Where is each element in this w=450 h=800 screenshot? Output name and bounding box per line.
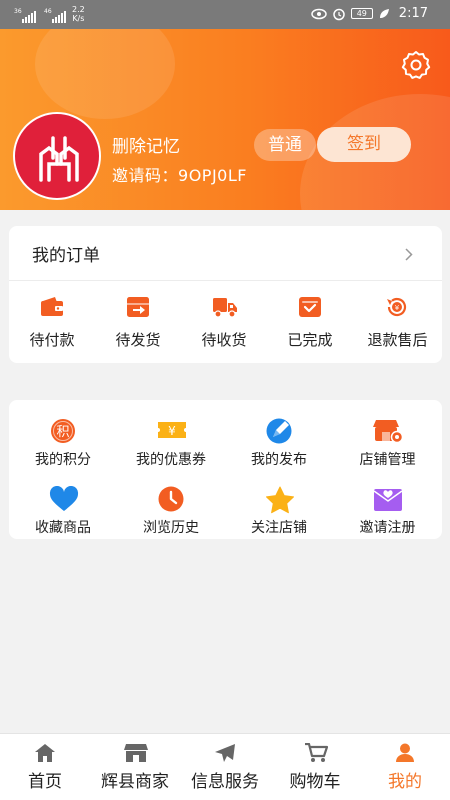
chevron-right-icon [405,248,413,261]
avatar-logo-icon [39,136,79,182]
tab-label: 信息服务 [191,772,259,792]
refund-icon: ¥ [387,297,407,317]
order-item-label: 待收货 [201,331,247,349]
signal-2-icon: 46 [44,8,66,23]
my-orders-title: 我的订单 [32,246,100,266]
coupon-icon-glyph: ¥ [168,424,176,438]
settings-gear-icon[interactable] [400,49,432,81]
clock-icon [158,486,184,512]
net-speed: 2.2 K/s [72,5,85,23]
orders-card: 我的订单 待付款 待发货 待收货 已完成 ¥ 退款售后 [9,226,442,363]
order-item-label: 退款售后 [367,331,428,349]
service-label: 我的积分 [35,452,91,468]
svg-text:¥: ¥ [395,304,400,312]
wallet-icon [41,297,63,316]
service-my-points[interactable]: 积 我的积分 [9,418,117,482]
completed-box-icon [299,297,321,317]
battery-level: 49 [356,9,367,18]
services-card: 积 我的积分 ¥ 我的优惠券 我的发布 店铺管理 收藏商品 浏览历史 关注店铺 … [9,400,442,539]
service-followed-stores[interactable]: 关注店铺 [225,486,333,550]
service-browse-history[interactable]: 浏览历史 [117,486,225,550]
cart-icon [305,743,328,762]
tab-cart[interactable]: 购物车 [270,734,360,800]
alarm-icon [333,8,345,20]
signal-1-icon: 36 [14,8,36,23]
my-orders-header[interactable]: 我的订单 [9,226,442,281]
service-my-coupons[interactable]: ¥ 我的优惠券 [117,418,225,482]
service-label: 店铺管理 [359,452,416,468]
order-status-row: 待付款 待发货 待收货 已完成 ¥ 退款售后 [9,296,442,356]
username: 删除记忆 [112,137,180,157]
service-label: 我的优惠券 [136,452,206,468]
publish-icon [266,418,292,444]
bottom-tab-bar: 首页 辉县商家 信息服务 购物车 我的 [0,733,450,800]
tab-local-merchants[interactable]: 辉县商家 [90,734,180,800]
sim2-label: 46 [44,8,52,15]
net-speed-value: 2.2 [72,5,85,14]
service-label: 邀请注册 [359,520,416,536]
service-label: 我的发布 [251,452,307,468]
points-icon: 积 [51,419,75,443]
avatar[interactable] [13,112,101,200]
invite-code-label: 邀请码： [112,166,179,185]
eye-icon [311,8,327,19]
heart-icon [49,486,79,511]
order-refund[interactable]: ¥ 退款售后 [353,296,442,356]
tab-mine[interactable]: 我的 [360,734,450,800]
store-manage-icon [373,420,403,444]
header-decoration [35,29,175,119]
clock-time: 2:17 [398,6,428,21]
home-icon [35,744,55,762]
sim1-label: 36 [14,8,22,15]
user-icon [396,743,414,762]
invite-mail-icon [373,489,403,511]
status-bar: 36 46 2.2 K/s 49 2:17 [0,0,450,29]
star-icon [266,486,294,514]
coupon-icon: ¥ [158,422,186,438]
profile-header: 删除记忆 邀请码：9OPJ0LF 普通 签到 [0,29,450,210]
tab-label: 首页 [28,772,62,792]
service-label: 浏览历史 [143,520,199,536]
status-left: 36 46 2.2 K/s [14,5,85,23]
service-store-management[interactable]: 店铺管理 [333,418,442,482]
tab-label: 我的 [388,772,422,792]
status-right: 49 2:17 [311,6,428,21]
delivery-truck-icon [213,298,237,318]
tab-home[interactable]: 首页 [0,734,90,800]
order-item-label: 待发货 [115,331,161,349]
tab-label: 购物车 [289,772,341,792]
package-send-icon [127,297,149,317]
leaf-icon [379,8,389,18]
shop-icon [124,744,148,762]
invite-code-line: 邀请码：9OPJ0LF [112,162,247,186]
tab-info-services[interactable]: 信息服务 [180,734,270,800]
service-invite-register[interactable]: 邀请注册 [333,486,442,550]
order-pending-payment[interactable]: 待付款 [9,296,95,356]
service-my-posts[interactable]: 我的发布 [225,418,333,482]
tab-label: 辉县商家 [101,772,169,792]
order-item-label: 已完成 [287,331,333,349]
member-level-badge: 普通 [254,129,316,161]
order-pending-shipment[interactable]: 待发货 [95,296,181,356]
send-icon [215,744,235,762]
service-favorite-products[interactable]: 收藏商品 [9,486,117,550]
invite-code: 9OPJ0LF [178,166,247,185]
points-icon-glyph: 积 [56,425,69,440]
service-label: 关注店铺 [251,520,307,536]
net-speed-unit: K/s [72,14,85,23]
order-item-label: 待付款 [29,331,75,349]
service-label: 收藏商品 [35,520,91,536]
order-completed[interactable]: 已完成 [267,296,353,356]
battery-icon: 49 [350,8,373,19]
order-pending-receipt[interactable]: 待收货 [181,296,267,356]
checkin-button[interactable]: 签到 [317,127,411,162]
